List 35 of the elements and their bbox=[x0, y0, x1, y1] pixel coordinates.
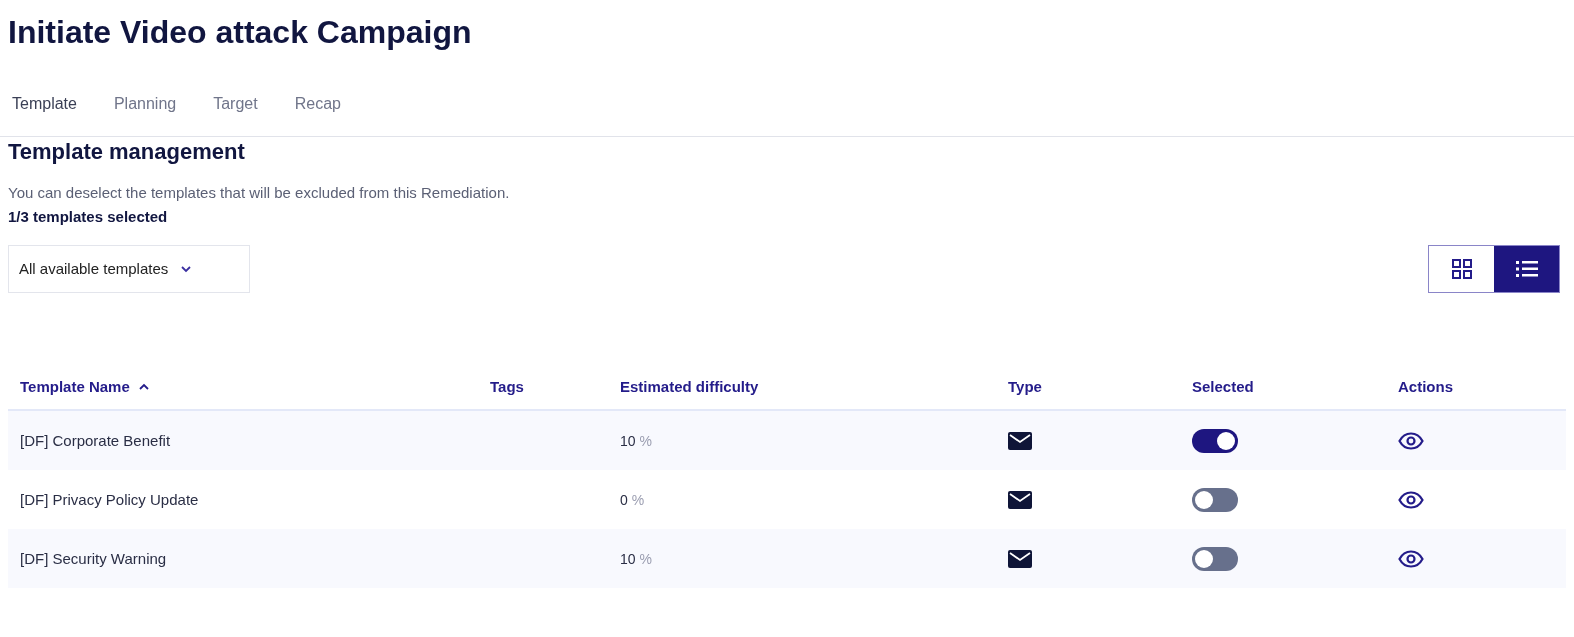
difficulty-value: 0 % bbox=[620, 491, 645, 508]
toggle-switch[interactable] bbox=[1192, 428, 1238, 453]
envelope-icon bbox=[1008, 431, 1032, 450]
toggle-switch[interactable] bbox=[1192, 546, 1238, 571]
column-header[interactable]: Estimated difficulty bbox=[620, 375, 759, 399]
eye-icon[interactable] bbox=[1398, 490, 1424, 509]
difficulty-value: 10 % bbox=[620, 550, 652, 567]
toggle-switch[interactable] bbox=[1192, 487, 1238, 512]
template-name: [DF] Privacy Policy Update bbox=[20, 490, 199, 508]
column-header[interactable]: Type bbox=[1008, 375, 1042, 399]
template-name: [DF] Corporate Benefit bbox=[20, 431, 171, 449]
list-icon bbox=[1515, 261, 1538, 277]
column-header[interactable]: Tags bbox=[490, 375, 524, 399]
grid-icon bbox=[1451, 259, 1472, 279]
chevron-down-icon bbox=[180, 265, 193, 273]
page-title: Initiate Video attack Campaign bbox=[7, 13, 473, 52]
column-header[interactable]: Template Name bbox=[20, 375, 130, 399]
eye-icon[interactable] bbox=[1398, 549, 1424, 568]
tab[interactable]: Template bbox=[12, 92, 77, 116]
section-description: You can deselect the templates that will be excluded from this Remediation. bbox=[8, 183, 511, 203]
tab[interactable]: Target bbox=[213, 92, 258, 116]
envelope-icon bbox=[1008, 549, 1032, 568]
envelope-icon bbox=[1008, 490, 1032, 509]
template-filter-dropdown[interactable]: All available templates bbox=[8, 245, 250, 293]
column-header[interactable]: Selected bbox=[1192, 375, 1254, 399]
difficulty-value: 10 % bbox=[620, 432, 652, 449]
section-heading: Template management bbox=[8, 139, 246, 165]
sort-ascending-icon[interactable] bbox=[137, 383, 150, 391]
template-name: [DF] Security Warning bbox=[20, 549, 167, 567]
selection-count: 1/3 templates selected bbox=[8, 207, 169, 227]
tab[interactable]: Planning bbox=[113, 92, 177, 116]
column-header[interactable]: Actions bbox=[1398, 375, 1453, 399]
tab[interactable]: Recap bbox=[294, 92, 341, 116]
list-view-button[interactable] bbox=[1494, 246, 1559, 292]
eye-icon[interactable] bbox=[1398, 431, 1424, 450]
